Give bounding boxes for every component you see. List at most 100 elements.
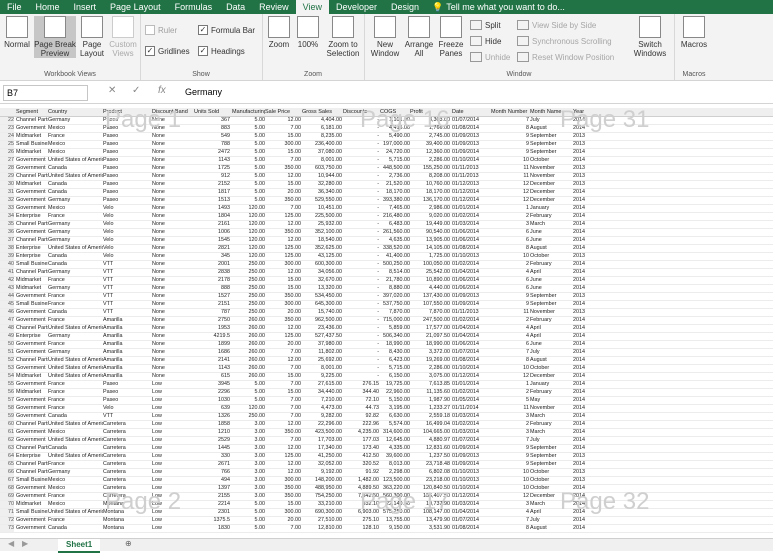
cell[interactable]: United States of America xyxy=(48,365,103,372)
cell[interactable]: 1,482.00 xyxy=(343,477,379,484)
cell[interactable]: 15.00 xyxy=(265,373,302,380)
cell[interactable]: France xyxy=(48,341,103,348)
row-number[interactable]: 61 xyxy=(0,429,14,437)
cell[interactable]: 01/02/2014 xyxy=(452,213,490,220)
cell[interactable]: Channel Partners xyxy=(16,117,48,124)
row-number[interactable]: 26 xyxy=(0,149,14,157)
row-number[interactable]: 53 xyxy=(0,365,14,373)
cell[interactable]: 7,870.00 xyxy=(380,309,410,316)
cell[interactable]: 754,250.00 xyxy=(302,493,342,500)
cell[interactable]: - xyxy=(343,293,379,300)
formula-bar-checkbox[interactable]: ✓ Formula Bar xyxy=(198,25,255,35)
cell[interactable]: Germany xyxy=(48,197,103,204)
cell[interactable]: - xyxy=(343,317,379,324)
cell[interactable]: 11 xyxy=(491,165,529,172)
cell[interactable]: 17,577.00 xyxy=(410,325,450,332)
cell[interactable]: 350.00 xyxy=(265,485,302,492)
cell[interactable]: Government xyxy=(16,413,48,420)
cell[interactable]: Government xyxy=(16,405,48,412)
cell[interactable]: 20.00 xyxy=(265,517,302,524)
cell[interactable]: 350.00 xyxy=(265,229,302,236)
cell[interactable]: Channel Partners xyxy=(16,221,48,228)
cell[interactable]: 1686 xyxy=(194,349,230,356)
cell[interactable]: Enterprise xyxy=(16,333,48,340)
cell[interactable]: 4 xyxy=(491,269,529,276)
cell[interactable]: 01/01/2014 xyxy=(452,205,490,212)
cell[interactable]: 5.00 xyxy=(232,197,266,204)
cell[interactable]: 345 xyxy=(194,253,230,260)
cell[interactable]: February xyxy=(530,421,572,428)
cell[interactable]: United States of America xyxy=(48,173,103,180)
cell[interactable]: 90,540.00 xyxy=(410,229,450,236)
cell[interactable]: 1143 xyxy=(194,157,230,164)
row-number[interactable]: 67 xyxy=(0,477,14,485)
formula-input[interactable]: Germany xyxy=(185,85,222,99)
cell[interactable]: 01/10/2013 xyxy=(452,253,490,260)
cell[interactable]: None xyxy=(152,253,192,260)
cell[interactable]: 01/03/2014 xyxy=(452,501,490,508)
cell[interactable]: March xyxy=(530,221,572,228)
cell[interactable]: 2014 xyxy=(573,389,603,396)
cell[interactable]: 1143 xyxy=(194,365,230,372)
cell[interactable]: 10 xyxy=(491,477,529,484)
cell[interactable]: 18,170.00 xyxy=(410,189,450,196)
cell[interactable]: 2014 xyxy=(573,517,603,524)
cell[interactable]: June xyxy=(530,237,572,244)
cell[interactable]: 2296 xyxy=(194,389,230,396)
row-number[interactable]: 23 xyxy=(0,125,14,133)
cell[interactable]: 120.00 xyxy=(232,405,266,412)
cell[interactable]: - xyxy=(343,341,379,348)
cell[interactable]: Enterprise xyxy=(16,253,48,260)
cell[interactable]: Midmarket xyxy=(16,373,48,380)
cell[interactable]: 01/09/2013 xyxy=(452,133,490,140)
cell[interactable]: 5.00 xyxy=(232,397,266,404)
cell[interactable]: Paseo xyxy=(103,397,151,404)
cell[interactable]: 300.00 xyxy=(265,261,302,268)
cell[interactable]: Enterprise xyxy=(16,245,48,252)
cell[interactable]: 4,440.00 xyxy=(410,285,450,292)
cell[interactable]: Canada xyxy=(48,261,103,268)
cell[interactable]: 01/12/2014 xyxy=(452,373,490,380)
cell[interactable]: January xyxy=(530,381,572,388)
zoom-to-selection-button[interactable]: Zoom to Selection xyxy=(324,16,362,58)
cell[interactable]: 2014 xyxy=(573,189,603,196)
cell[interactable]: None xyxy=(152,149,192,156)
cell[interactable]: Midmarket xyxy=(16,389,48,396)
cell[interactable]: 37,980.00 xyxy=(302,341,342,348)
row-number[interactable]: 43 xyxy=(0,285,14,293)
cell[interactable]: 120.00 xyxy=(232,245,266,252)
cell[interactable]: 23,436.00 xyxy=(302,325,342,332)
cell[interactable]: Midmarket xyxy=(16,277,48,284)
cell[interactable]: 6,630.00 xyxy=(380,413,410,420)
cell[interactable]: 39,400.00 xyxy=(410,141,450,148)
cell[interactable]: France xyxy=(48,517,103,524)
cell[interactable]: 18,990.00 xyxy=(380,341,410,348)
cell[interactable]: 2,286.00 xyxy=(410,365,450,372)
cell[interactable]: 2671 xyxy=(194,461,230,468)
cell[interactable]: - xyxy=(343,237,379,244)
cell[interactable]: 1527 xyxy=(194,293,230,300)
cell[interactable]: 3.00 xyxy=(232,437,266,444)
cell[interactable]: - xyxy=(343,197,379,204)
cell[interactable]: VTT xyxy=(103,261,151,268)
cell[interactable]: 9 xyxy=(491,461,529,468)
cell[interactable]: October xyxy=(530,477,572,484)
cell[interactable]: 120.00 xyxy=(232,221,266,228)
cell[interactable]: Government xyxy=(16,157,48,164)
cell[interactable]: 1 xyxy=(491,381,529,388)
cell[interactable]: 412.50 xyxy=(343,453,380,460)
tab-formulas[interactable]: Formulas xyxy=(168,0,220,14)
cell[interactable]: 4 xyxy=(491,325,529,332)
column-header[interactable]: Segment xyxy=(16,108,48,116)
cell[interactable]: 788 xyxy=(194,141,230,148)
cell[interactable]: None xyxy=(152,197,192,204)
cell[interactable]: Government xyxy=(16,349,48,356)
column-header[interactable]: Units Sold xyxy=(194,108,230,116)
cell[interactable]: 120.00 xyxy=(232,229,266,236)
row-number[interactable]: 48 xyxy=(0,325,14,333)
cell[interactable]: Carretera xyxy=(103,421,151,428)
cell[interactable]: 5.00 xyxy=(232,501,266,508)
cell[interactable]: 1725 xyxy=(194,165,230,172)
cell[interactable]: Channel Partners xyxy=(16,173,48,180)
cell[interactable]: 01/09/2014 xyxy=(452,461,490,468)
